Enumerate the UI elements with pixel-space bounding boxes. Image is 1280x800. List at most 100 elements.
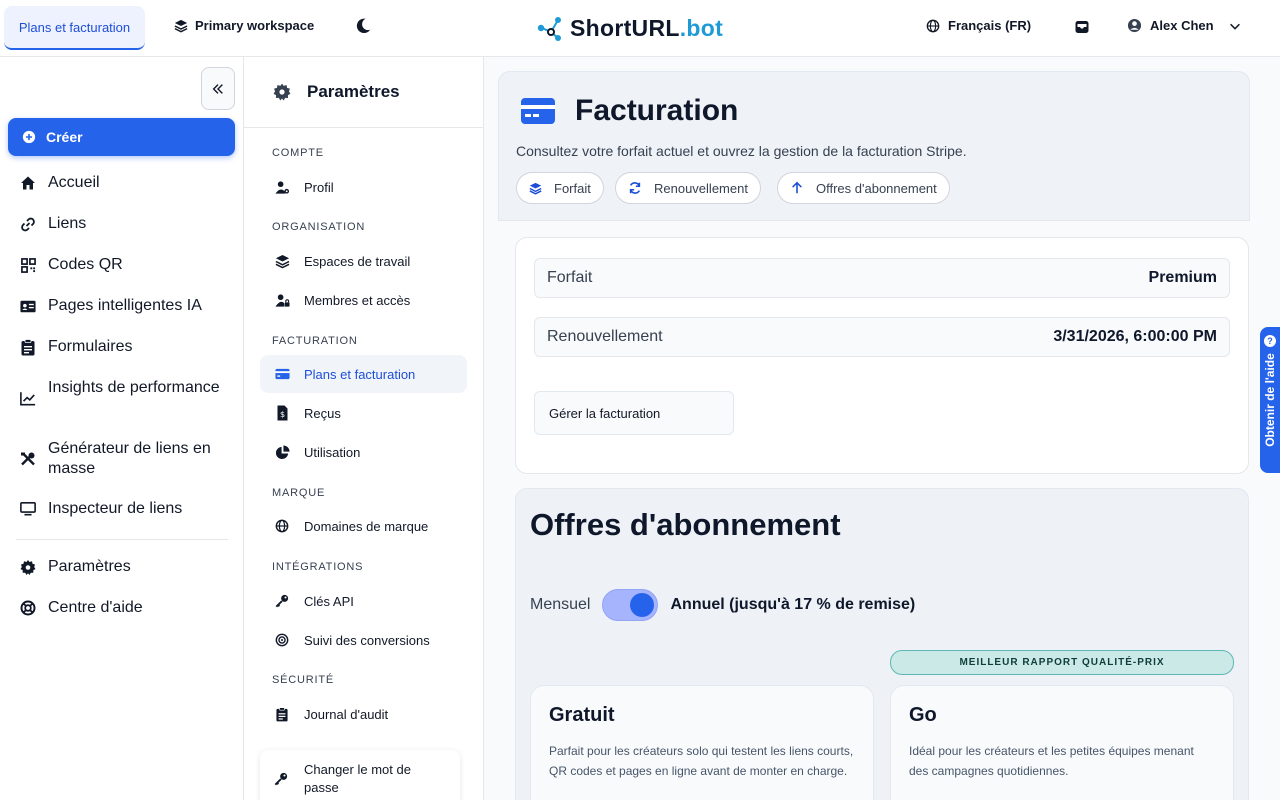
section-label-security: SÉCURITÉ <box>272 674 335 686</box>
moon-icon[interactable] <box>354 17 372 35</box>
renewal-row: Renouvellement 3/31/2026, 6:00:00 PM <box>534 317 1230 357</box>
plan-card-go[interactable]: Go Idéal pour les créateurs et les petit… <box>890 685 1234 800</box>
sidebar-item-settings[interactable]: Paramètres <box>20 557 131 577</box>
sidebar-item-insights[interactable]: Insights de performance <box>20 378 220 418</box>
manage-billing-button[interactable]: Gérer la facturation <box>534 391 734 435</box>
main-content: Facturation Consultez votre forfait actu… <box>484 57 1280 800</box>
header-divider <box>498 220 1250 221</box>
sidebar-item-label: Générateur de liens en masse <box>48 440 211 477</box>
settings-item-label: Journal d'audit <box>304 706 389 722</box>
pie-chart-icon <box>275 444 290 459</box>
section-label-account: COMPTE <box>272 147 324 159</box>
sidebar-divider <box>16 539 228 540</box>
billing-period-toggle-row: Mensuel Annuel (jusqu'à 17 % de remise) <box>530 589 915 621</box>
user-menu[interactable]: Alex Chen <box>1127 18 1242 33</box>
logo-text: ShortURL.bot <box>570 14 724 41</box>
sidebar-item-forms[interactable]: Formulaires <box>20 337 132 357</box>
gear-icon <box>20 559 36 575</box>
user-lock-icon <box>274 293 290 307</box>
home-icon <box>21 176 35 190</box>
settings-item-receipts[interactable]: $ Reçus <box>260 394 467 432</box>
switch-knob <box>630 593 655 617</box>
section-label-organisation: ORGANISATION <box>272 221 366 233</box>
globe-icon <box>926 19 940 32</box>
settings-item-profile[interactable]: Profil <box>260 168 467 206</box>
plan-row-label: Forfait <box>547 269 593 286</box>
sidebar-item-bulk-generator[interactable]: Générateur de liens en masse <box>20 439 230 479</box>
settings-item-label: Clés API <box>304 593 354 609</box>
settings-item-api-keys[interactable]: Clés API <box>260 582 467 620</box>
pill-plan[interactable]: Forfait <box>516 172 604 204</box>
settings-header: Paramètres <box>244 57 483 128</box>
sidebar-item-help-center[interactable]: Centre d'aide <box>20 598 143 618</box>
receipt-icon: $ <box>277 405 287 421</box>
get-help-tab[interactable]: ? Obtenir de l'aide <box>1260 327 1280 473</box>
plan-description: Idéal pour les créateurs et les petites … <box>909 744 1194 778</box>
settings-item-audit-log[interactable]: Journal d'audit <box>260 695 467 733</box>
double-chevron-left-icon <box>212 83 223 94</box>
tools-icon <box>21 452 35 465</box>
sidebar-item-links[interactable]: Liens <box>20 214 86 234</box>
tab-plans-billing[interactable]: Plans et facturation <box>4 6 145 50</box>
settings-item-conversion-tracking[interactable]: Suivi des conversions <box>260 621 467 659</box>
workspace-label: Primary workspace <box>195 18 315 33</box>
id-card-icon <box>20 300 36 312</box>
sidebar-item-link-inspector[interactable]: Inspecteur de liens <box>20 499 182 519</box>
clipboard-list-icon <box>276 706 288 721</box>
sidebar-item-label: Liens <box>48 215 87 232</box>
settings-item-usage[interactable]: Utilisation <box>260 433 467 471</box>
arrow-up-icon <box>792 181 802 194</box>
best-value-badge: MEILLEUR RAPPORT QUALITÉ-PRIX <box>890 650 1234 675</box>
settings-item-workspaces[interactable]: Espaces de travail <box>260 242 467 280</box>
sidebar-item-label: Centre d'aide <box>48 599 143 616</box>
change-password-button[interactable]: Changer le mot de passe <box>260 750 460 800</box>
renewal-row-label: Renouvellement <box>547 328 663 345</box>
logo[interactable]: ShortURL.bot <box>536 14 723 42</box>
sidebar-item-label: Paramètres <box>48 558 131 575</box>
sidebar-item-home[interactable]: Accueil <box>20 173 100 193</box>
sidebar-item-label: Codes QR <box>48 256 123 273</box>
create-button[interactable]: Créer <box>8 118 235 156</box>
gear-icon <box>273 83 291 101</box>
sidebar-item-qr-codes[interactable]: Codes QR <box>20 255 123 275</box>
pill-subscription-offers[interactable]: Offres d'abonnement <box>777 172 950 204</box>
pill-renewal[interactable]: Renouvellement <box>615 172 761 204</box>
workspace-switcher[interactable]: Primary workspace <box>174 18 314 33</box>
sidebar-item-label: Pages intelligentes IA <box>48 297 202 314</box>
sidebar-item-label: Accueil <box>48 174 100 191</box>
plan-row-value: Premium <box>1148 269 1217 286</box>
lifebuoy-icon <box>20 600 36 616</box>
settings-item-label: Membres et accès <box>304 292 411 308</box>
plan-card-free[interactable]: Gratuit Parfait pour les créateurs solo … <box>530 685 874 800</box>
language-selector[interactable]: Français (FR) <box>926 18 1031 33</box>
settings-item-brand-domains[interactable]: Domaines de marque <box>260 507 467 545</box>
qr-icon <box>20 257 36 273</box>
top-bar: Plans et facturation Primary workspace S… <box>0 0 1280 57</box>
collapse-sidebar-button[interactable] <box>201 67 235 110</box>
sidebar-item-label: Formulaires <box>48 338 133 355</box>
monthly-label[interactable]: Mensuel <box>530 596 590 614</box>
plus-circle-icon <box>22 130 36 144</box>
settings-item-members[interactable]: Membres et accès <box>260 281 467 319</box>
settings-item-plans-billing[interactable]: Plans et facturation <box>260 355 467 393</box>
settings-item-label: Espaces de travail <box>304 253 411 269</box>
share-nodes-icon <box>537 17 561 41</box>
refresh-icon <box>629 182 641 194</box>
settings-item-label: Profil <box>304 179 334 195</box>
settings-item-label: Reçus <box>304 405 341 421</box>
settings-item-label: Suivi des conversions <box>304 632 430 648</box>
key-icon <box>275 594 289 608</box>
chevron-down-icon <box>1229 23 1240 30</box>
user-circle-icon <box>1127 18 1142 33</box>
annual-label[interactable]: Annuel (jusqu'à 17 % de remise) <box>670 596 915 614</box>
settings-item-label: Plans et facturation <box>304 366 416 382</box>
billing-period-switch[interactable] <box>602 589 659 621</box>
current-plan-card: Forfait Premium Renouvellement 3/31/2026… <box>515 237 1249 474</box>
sidebar-item-label: Inspecteur de liens <box>48 500 183 517</box>
create-label: Créer <box>46 129 83 145</box>
inbox-icon[interactable] <box>1074 19 1090 35</box>
sidebar-item-ai-pages[interactable]: Pages intelligentes IA <box>20 296 202 316</box>
layers-icon <box>529 182 542 195</box>
settings-panel: Paramètres COMPTE Profil ORGANISATION Es… <box>244 57 484 800</box>
settings-title: Paramètres <box>307 82 400 101</box>
